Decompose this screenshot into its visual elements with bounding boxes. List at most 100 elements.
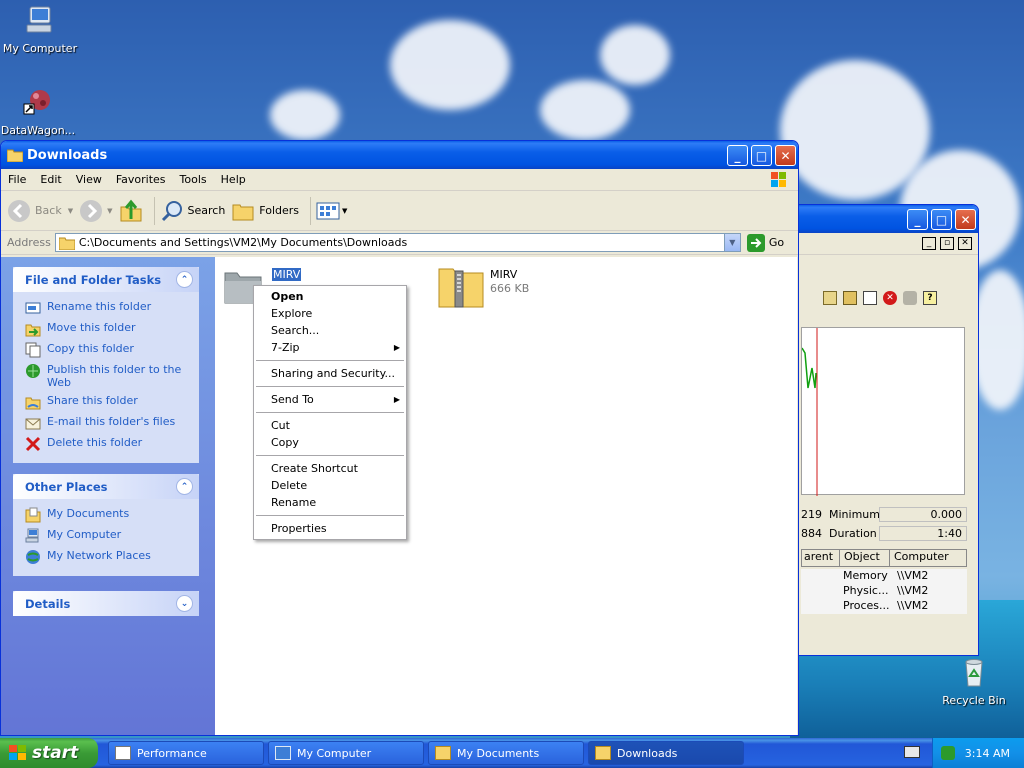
explorer-titlebar[interactable]: Downloads _ □ ✕: [1, 141, 798, 169]
taskbar-label: Downloads: [617, 746, 678, 760]
folders-button[interactable]: Folders: [231, 199, 299, 223]
clock[interactable]: 3:14 AM: [965, 747, 1010, 760]
task-publish-folder[interactable]: Publish this folder to the Web: [25, 363, 189, 389]
keyboard-icon[interactable]: [904, 746, 920, 758]
ctx-label: 7-Zip: [271, 341, 300, 354]
chevron-down-icon[interactable]: ▼: [107, 207, 112, 215]
desktop-icon-my-computer[interactable]: My Computer: [0, 4, 80, 55]
copy-properties-icon[interactable]: [823, 291, 837, 305]
counter-row[interactable]: Proces... \\VM2: [801, 599, 967, 614]
chevron-down-icon[interactable]: ▼: [68, 207, 73, 215]
counter-row[interactable]: Physic... \\VM2: [801, 584, 967, 599]
search-button[interactable]: Search: [160, 199, 225, 223]
up-folder-button[interactable]: [119, 199, 143, 223]
ctx-copy[interactable]: Copy: [254, 434, 406, 451]
copy-icon: [25, 342, 41, 358]
mdi-restore-button[interactable]: ▫: [940, 237, 954, 250]
ctx-cut[interactable]: Cut: [254, 417, 406, 434]
chevron-down-icon[interactable]: ▼: [342, 207, 347, 215]
taskbar-item-performance[interactable]: Performance: [108, 741, 264, 765]
address-dropdown-icon[interactable]: ▼: [723, 234, 740, 251]
perf-graph: [801, 327, 965, 496]
ctx-rename[interactable]: Rename: [254, 494, 406, 511]
menu-view[interactable]: View: [69, 173, 109, 186]
forward-button[interactable]: ▼: [79, 199, 113, 223]
submenu-arrow-icon: ▶: [393, 343, 400, 352]
ctx-delete[interactable]: Delete: [254, 477, 406, 494]
mdi-close-button[interactable]: ✕: [958, 237, 972, 250]
freeze-display-icon[interactable]: ✕: [883, 291, 897, 305]
maximize-button[interactable]: □: [751, 145, 772, 166]
stat-value: 1:40: [879, 526, 967, 541]
column-computer[interactable]: Computer: [890, 550, 966, 566]
expand-icon[interactable]: ⌄: [176, 595, 193, 612]
task-email-files[interactable]: E-mail this folder's files: [25, 415, 189, 431]
help-icon[interactable]: ?: [923, 291, 937, 305]
collapse-icon[interactable]: ⌃: [176, 478, 193, 495]
menu-help[interactable]: Help: [214, 173, 253, 186]
maximize-button[interactable]: □: [931, 209, 952, 230]
ctx-sharing-security[interactable]: Sharing and Security...: [254, 365, 406, 382]
menu-tools[interactable]: Tools: [173, 173, 214, 186]
task-copy-folder[interactable]: Copy this folder: [25, 342, 189, 358]
close-button[interactable]: ✕: [775, 145, 796, 166]
start-button[interactable]: start: [0, 738, 98, 768]
views-button[interactable]: ▼: [316, 201, 347, 221]
ctx-properties[interactable]: Properties: [254, 520, 406, 537]
taskbar-label: Performance: [137, 746, 207, 760]
menu-file[interactable]: File: [1, 173, 33, 186]
back-button[interactable]: Back ▼: [7, 199, 73, 223]
ctx-7zip[interactable]: 7-Zip ▶: [254, 339, 406, 356]
place-my-computer[interactable]: My Computer: [25, 528, 189, 544]
place-my-network-places[interactable]: My Network Places: [25, 549, 189, 565]
task-rename-folder[interactable]: Rename this folder: [25, 300, 189, 316]
desktop-icon-datawagon[interactable]: DataWagon...: [0, 86, 78, 137]
desktop-icon-recycle-bin[interactable]: Recycle Bin: [934, 656, 1014, 707]
mdi-minimize-button[interactable]: _: [922, 237, 936, 250]
collapse-icon[interactable]: ⌃: [176, 271, 193, 288]
zip-name[interactable]: MIRV: [490, 268, 517, 281]
address-value: C:\Documents and Settings\VM2\My Documen…: [78, 236, 408, 249]
task-share-folder[interactable]: Share this folder: [25, 394, 189, 410]
minimize-button[interactable]: _: [727, 145, 748, 166]
menu-edit[interactable]: Edit: [33, 173, 68, 186]
network-tray-icon[interactable]: [940, 746, 955, 760]
folder-name[interactable]: MIRV: [272, 268, 302, 281]
panel-title: Details: [25, 596, 71, 611]
folders-icon: [232, 204, 254, 220]
stat-row-minimum: 219 Minimum 0.000: [801, 505, 977, 524]
counter-row[interactable]: Memory \\VM2: [801, 569, 967, 584]
share-icon: [25, 397, 41, 410]
menu-favorites[interactable]: Favorites: [109, 173, 173, 186]
details-panel: Details ⌄: [13, 591, 199, 616]
column-parent[interactable]: arent: [802, 550, 840, 566]
taskbar-item-my-documents[interactable]: My Documents: [428, 741, 584, 765]
paste-counter-icon[interactable]: [843, 291, 857, 305]
update-data-icon[interactable]: [903, 291, 917, 305]
ctx-open[interactable]: Open: [254, 288, 406, 305]
taskbar-label: My Documents: [457, 746, 540, 760]
column-object[interactable]: Object: [840, 550, 890, 566]
file-item-zip[interactable]: [437, 265, 485, 312]
task-delete-folder[interactable]: Delete this folder: [25, 436, 189, 452]
minimize-button[interactable]: _: [907, 209, 928, 230]
taskbar-item-downloads[interactable]: Downloads: [588, 741, 744, 765]
ctx-explore[interactable]: Explore: [254, 305, 406, 322]
ctx-search[interactable]: Search...: [254, 322, 406, 339]
ctx-create-shortcut[interactable]: Create Shortcut: [254, 460, 406, 477]
other-places-header[interactable]: Other Places ⌃: [13, 474, 199, 499]
menu-separator: [256, 386, 404, 387]
ctx-send-to[interactable]: Send To ▶: [254, 391, 406, 408]
taskbar-item-my-computer[interactable]: My Computer: [268, 741, 424, 765]
address-input[interactable]: C:\Documents and Settings\VM2\My Documen…: [54, 233, 741, 252]
place-my-documents[interactable]: My Documents: [25, 507, 189, 523]
standard-toolbar: Back ▼ ▼ Search Folders ▼: [1, 191, 798, 231]
task-label: Move this folder: [47, 321, 136, 334]
toolbar-separator: [310, 196, 312, 225]
file-folder-tasks-header[interactable]: File and Folder Tasks ⌃: [13, 267, 199, 292]
go-button[interactable]: Go: [746, 233, 784, 252]
task-move-folder[interactable]: Move this folder: [25, 321, 189, 337]
close-button[interactable]: ✕: [955, 209, 976, 230]
properties-icon[interactable]: [863, 291, 877, 305]
details-header[interactable]: Details ⌄: [13, 591, 199, 616]
